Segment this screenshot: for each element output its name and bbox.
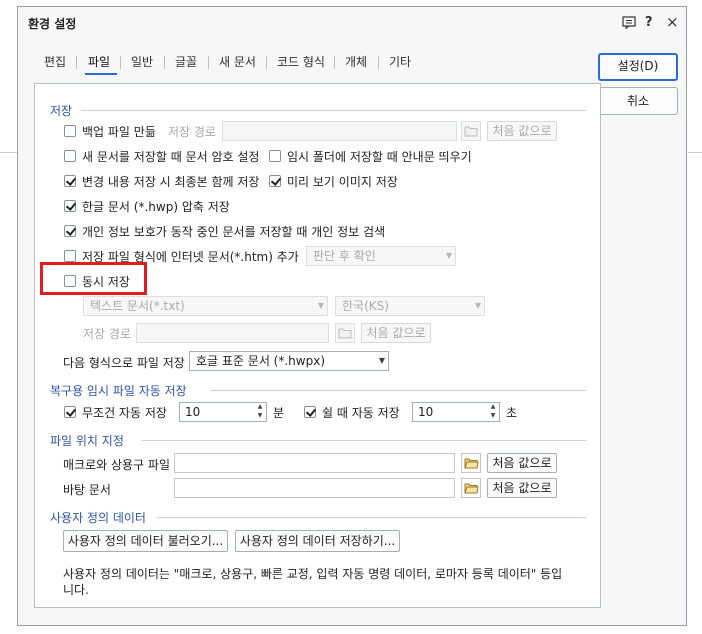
macro-file-field[interactable] bbox=[174, 453, 455, 473]
tab-etc[interactable]: 기타 bbox=[389, 53, 411, 70]
privacy-check-checkbox[interactable] bbox=[64, 225, 76, 237]
compress-hwp-label: 한글 문서 (*.hwp) 압축 저장 bbox=[82, 200, 230, 214]
user-data-description: 사용자 정의 데이터는 "매크로, 상용구, 빠른 교정, 입력 자동 명령 데… bbox=[63, 566, 583, 598]
dialog-title: 환경 설정 bbox=[28, 17, 77, 31]
simultaneous-reset-button[interactable]: 처음 값으로 bbox=[361, 323, 431, 343]
section-divider bbox=[81, 110, 586, 111]
load-user-data-button[interactable]: 사용자 정의 데이터 불러오기... bbox=[63, 530, 228, 552]
next-format-value: 호글 표준 문서 (*.hwpx) bbox=[196, 354, 326, 368]
user-data-section-title: 사용자 정의 데이터 bbox=[50, 511, 146, 525]
chevron-down-icon: ▼ bbox=[378, 356, 385, 365]
chevron-up-icon[interactable]: ▲ bbox=[488, 403, 498, 411]
macro-file-label: 매크로와 상용구 파일 bbox=[63, 458, 170, 472]
backup-checkbox[interactable] bbox=[64, 125, 76, 137]
active-tab-indicator bbox=[85, 73, 117, 75]
title-bar: 환경 설정 ? × bbox=[18, 7, 686, 39]
simultaneous-path-field[interactable] bbox=[136, 323, 329, 343]
compress-hwp-checkbox[interactable] bbox=[64, 200, 76, 212]
password-on-new-checkbox[interactable] bbox=[64, 150, 76, 162]
temp-folder-notice-label: 임시 폴더에 저장할 때 안내문 띄우기 bbox=[287, 150, 472, 164]
close-icon[interactable]: × bbox=[666, 13, 679, 31]
tab-separator bbox=[334, 56, 335, 69]
chevron-down-icon: ▼ bbox=[474, 301, 481, 310]
save-with-final-checkbox[interactable] bbox=[64, 175, 76, 187]
backup-label: 백업 파일 만듦 bbox=[82, 125, 156, 139]
next-format-label: 다음 형식으로 파일 저장 bbox=[63, 356, 185, 370]
tab-code-format[interactable]: 코드 형식 bbox=[277, 53, 325, 70]
password-on-new-label: 새 문서를 저장할 때 문서 암호 설정 bbox=[82, 150, 260, 164]
simultaneous-path-label: 저장 경로 bbox=[83, 327, 131, 341]
tab-separator bbox=[120, 56, 121, 69]
save-htm-checkbox[interactable] bbox=[64, 250, 76, 262]
section-divider bbox=[142, 440, 586, 441]
tab-separator bbox=[266, 56, 267, 69]
background-divider-left bbox=[0, 152, 18, 153]
tab-file[interactable]: 파일 bbox=[88, 53, 110, 70]
folder-icon[interactable] bbox=[335, 323, 355, 343]
tab-edit[interactable]: 편집 bbox=[44, 53, 66, 70]
template-field[interactable] bbox=[174, 478, 455, 498]
simultaneous-format-combo[interactable]: 텍스트 문서(*.txt) ▼ bbox=[83, 296, 328, 316]
template-label: 바탕 문서 bbox=[63, 483, 111, 497]
preferences-dialog: 환경 설정 ? × 편집 파일 일반 글꼴 새 문서 코드 형식 개체 기타 설… bbox=[17, 6, 687, 626]
section-divider bbox=[157, 517, 586, 518]
temp-folder-notice-checkbox[interactable] bbox=[269, 150, 281, 162]
simultaneous-format-value: 텍스트 문서(*.txt) bbox=[90, 299, 185, 313]
file-location-section-title: 파일 위치 지정 bbox=[50, 434, 124, 448]
idle-autosave-value: 10 bbox=[418, 405, 434, 419]
privacy-check-label: 개인 정보 보호가 동작 중인 문서를 저장할 때 개인 정보 검색 bbox=[82, 225, 386, 239]
backup-path-field[interactable] bbox=[222, 121, 457, 141]
section-divider bbox=[210, 390, 586, 391]
save-preview-label: 미리 보기 이미지 저장 bbox=[287, 175, 398, 189]
unconditional-autosave-label: 무조건 자동 저장 bbox=[82, 406, 167, 420]
chat-icon[interactable] bbox=[622, 16, 636, 33]
tab-object[interactable]: 개체 bbox=[345, 53, 367, 70]
tab-separator bbox=[76, 56, 77, 69]
minutes-unit: 분 bbox=[273, 406, 285, 420]
save-section-title: 저장 bbox=[50, 104, 73, 118]
unconditional-autosave-stepper[interactable]: 10 ▲ ▼ bbox=[179, 402, 267, 422]
tab-new-document[interactable]: 새 문서 bbox=[219, 53, 256, 70]
tab-general[interactable]: 일반 bbox=[131, 53, 153, 70]
description-line: 사용자 정의 데이터는 "매크로, 상용구, 빠른 교정, 입력 자동 명령 데… bbox=[63, 567, 563, 581]
autosave-section-title: 복구용 임시 파일 자동 저장 bbox=[50, 384, 187, 398]
save-htm-combo[interactable]: 판단 후 확인 ▼ bbox=[306, 246, 456, 266]
unconditional-autosave-value: 10 bbox=[185, 405, 201, 419]
save-with-final-label: 변경 내용 저장 시 최종본 함께 저장 bbox=[82, 175, 260, 189]
folder-icon[interactable] bbox=[461, 121, 481, 141]
next-format-combo[interactable]: 호글 표준 문서 (*.hwpx) ▼ bbox=[189, 351, 389, 371]
backup-reset-button[interactable]: 처음 값으로 bbox=[487, 121, 557, 141]
tab-font[interactable]: 글꼴 bbox=[175, 53, 197, 70]
chevron-down-icon[interactable]: ▼ bbox=[255, 412, 265, 420]
tab-separator bbox=[378, 56, 379, 69]
tab-separator bbox=[208, 56, 209, 69]
folder-icon[interactable] bbox=[461, 478, 481, 498]
tab-separator bbox=[164, 56, 165, 69]
file-settings-panel: 저장 백업 파일 만듦 저장 경로 처음 값으로 새 문서를 저장할 때 문서 … bbox=[34, 83, 601, 608]
highlight-box bbox=[40, 262, 147, 295]
chevron-down-icon[interactable]: ▼ bbox=[488, 412, 498, 420]
macro-reset-button[interactable]: 처음 값으로 bbox=[487, 453, 557, 473]
idle-autosave-checkbox[interactable] bbox=[304, 406, 316, 418]
unconditional-autosave-checkbox[interactable] bbox=[64, 406, 76, 418]
simultaneous-encoding-value: 한국(KS) bbox=[342, 299, 389, 313]
idle-autosave-label: 쉴 때 자동 저장 bbox=[322, 406, 400, 420]
template-reset-button[interactable]: 처음 값으로 bbox=[487, 478, 557, 498]
save-htm-combo-value: 판단 후 확인 bbox=[313, 249, 376, 263]
backup-path-label: 저장 경로 bbox=[168, 125, 216, 139]
cancel-button[interactable]: 취소 bbox=[598, 87, 678, 115]
help-icon[interactable]: ? bbox=[645, 15, 653, 30]
chevron-down-icon: ▼ bbox=[445, 251, 452, 260]
chevron-up-icon[interactable]: ▲ bbox=[255, 403, 265, 411]
background-divider-right bbox=[688, 152, 702, 153]
simultaneous-encoding-combo[interactable]: 한국(KS) ▼ bbox=[335, 296, 485, 316]
seconds-unit: 초 bbox=[506, 406, 518, 420]
description-line: 니다. bbox=[63, 583, 89, 597]
ok-button[interactable]: 설정(D) bbox=[598, 53, 678, 81]
chevron-down-icon: ▼ bbox=[317, 301, 324, 310]
folder-icon[interactable] bbox=[461, 453, 481, 473]
idle-autosave-stepper[interactable]: 10 ▲ ▼ bbox=[412, 402, 500, 422]
save-user-data-button[interactable]: 사용자 정의 데이터 저장하기... bbox=[235, 530, 400, 552]
save-preview-checkbox[interactable] bbox=[269, 175, 281, 187]
